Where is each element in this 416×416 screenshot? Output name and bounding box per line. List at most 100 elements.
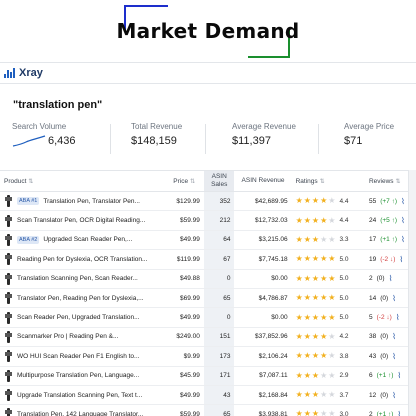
- star-icon: ★: [328, 293, 336, 303]
- product-cell[interactable]: Upgrade Translation Scanning Pen, Text t…: [0, 385, 170, 406]
- product-thumbnail: [4, 369, 13, 382]
- product-cell[interactable]: ABA #1 Translation Pen, Translator Pen...: [0, 191, 170, 212]
- table-row[interactable]: ABA #1 Translation Pen, Translator Pen...…: [0, 191, 416, 212]
- star-icon: ★: [295, 312, 303, 322]
- column-header-price[interactable]: Price ⇅: [169, 170, 204, 192]
- star-icon: ★: [328, 351, 336, 361]
- star-icon: ★: [311, 234, 320, 244]
- star-icon: ★: [295, 215, 303, 225]
- stat-divider: [205, 124, 206, 154]
- price-cell: $69.99: [169, 288, 204, 309]
- asin-revenue-cell: $2,168.84: [234, 385, 292, 406]
- trend-chart-icon[interactable]: ⌇: [396, 313, 400, 322]
- review-delta: (0): [380, 294, 389, 302]
- stat-average-price: Average Price $71: [344, 122, 394, 147]
- table-row[interactable]: Scan Translator Pen, OCR Digital Reading…: [0, 210, 416, 231]
- price-cell: $59.99: [169, 210, 204, 231]
- product-title[interactable]: WO HUI Scan Reader Pen F1 English to...: [17, 353, 139, 360]
- xray-logo[interactable]: Xray: [4, 67, 43, 79]
- table-row[interactable]: Translation Scanning Pen, Scan Reader...…: [0, 269, 416, 289]
- product-title[interactable]: Upgrade Translation Scanning Pen, Text t…: [17, 392, 142, 399]
- trend-chart-icon[interactable]: ⌇: [401, 216, 405, 225]
- asin-sales-cell: 171: [203, 366, 235, 386]
- table-row[interactable]: Scan Reader Pen, Upgraded Translation...…: [0, 307, 416, 328]
- rating-value: 5.0: [339, 255, 349, 263]
- star-icon: ★: [328, 196, 336, 206]
- product-cell[interactable]: Multipurpose Translation Pen, Language..…: [0, 366, 170, 386]
- column-header-product[interactable]: Product ⇅: [0, 170, 170, 192]
- product-title[interactable]: Scan Translator Pen, OCR Digital Reading…: [17, 217, 145, 224]
- star-icon: ★: [295, 273, 303, 283]
- price-cell: $49.99: [169, 230, 204, 251]
- star-icon: ★: [303, 312, 311, 322]
- product-cell[interactable]: Scan Reader Pen, Upgraded Translation...: [0, 307, 170, 328]
- product-cell[interactable]: Translator Pen, Reading Pen for Dyslexia…: [0, 288, 170, 309]
- product-title[interactable]: Translator Pen, Reading Pen for Dyslexia…: [17, 295, 144, 302]
- star-icon: ★: [303, 196, 311, 206]
- price-cell: $249.00: [169, 327, 204, 348]
- vertical-scrollbar[interactable]: [408, 170, 416, 416]
- price-cell: $119.99: [169, 249, 204, 270]
- product-title[interactable]: Translation Pen, Translator Pen...: [43, 198, 140, 205]
- table-row[interactable]: WO HUI Scan Reader Pen F1 English to... $…: [0, 346, 416, 367]
- rating-value: 5.0: [339, 275, 349, 283]
- star-rating: ★ ★ ★ ★ ★ 4.4: [296, 197, 361, 205]
- table-row[interactable]: ABA #2 Upgraded Scan Reader Pen,... $49.99…: [0, 230, 416, 251]
- trend-chart-icon[interactable]: ⌇: [392, 391, 396, 400]
- table-row[interactable]: Reading Pen for Dyslexia, OCR Translatio…: [0, 249, 416, 270]
- review-delta: (+1 ↑): [376, 372, 394, 380]
- asin-revenue-cell: $0.00: [234, 269, 292, 289]
- product-cell[interactable]: Scanmarker Pro | Reading Pen &...: [0, 327, 170, 348]
- table-row[interactable]: Translation Pen, 142 Language Translator…: [0, 404, 416, 416]
- trend-chart-icon[interactable]: ⌇: [397, 371, 401, 380]
- product-title[interactable]: Scan Reader Pen, Upgraded Translation...: [17, 314, 140, 321]
- star-icon: ★: [320, 370, 328, 380]
- trend-chart-icon[interactable]: ⌇: [401, 197, 405, 206]
- product-thumbnail: [4, 214, 13, 227]
- product-title[interactable]: Translation Scanning Pen, Scan Reader...: [17, 275, 138, 282]
- product-cell[interactable]: ABA #2 Upgraded Scan Reader Pen,...: [0, 230, 170, 251]
- price-cell: $129.99: [169, 191, 204, 212]
- product-title[interactable]: Upgraded Scan Reader Pen,...: [43, 236, 132, 243]
- star-icon: ★: [295, 254, 303, 264]
- product-title[interactable]: Scanmarker Pro | Reading Pen &...: [17, 333, 118, 340]
- trend-chart-icon[interactable]: ⌇: [399, 255, 403, 264]
- star-icon: ★: [311, 312, 320, 322]
- star-icon: ★: [303, 215, 311, 225]
- table-row[interactable]: Multipurpose Translation Pen, Language..…: [0, 366, 416, 386]
- rating-cell: ★ ★ ★ ★ ★ 5.0: [291, 249, 365, 270]
- product-title[interactable]: Multipurpose Translation Pen, Language..…: [17, 372, 139, 379]
- asin-revenue-cell: $42,689.95: [234, 191, 292, 212]
- product-cell[interactable]: Translation Pen, 142 Language Translator…: [0, 404, 170, 416]
- trend-chart-icon[interactable]: ⌇: [392, 352, 396, 361]
- table-row[interactable]: Scanmarker Pro | Reading Pen &... $249.00…: [0, 327, 416, 348]
- asin-sales-cell: 65: [203, 404, 235, 416]
- star-icon: ★: [328, 234, 336, 244]
- product-cell[interactable]: Translation Scanning Pen, Scan Reader...: [0, 269, 170, 289]
- trend-chart-icon[interactable]: ⌇: [392, 294, 396, 303]
- product-title[interactable]: Reading Pen for Dyslexia, OCR Translatio…: [17, 256, 147, 263]
- asin-sales-cell: 173: [203, 346, 235, 367]
- column-header-ratings[interactable]: Ratings ⇅: [291, 170, 365, 192]
- product-cell[interactable]: WO HUI Scan Reader Pen F1 English to...: [0, 346, 170, 367]
- product-cell[interactable]: Reading Pen for Dyslexia, OCR Translatio…: [0, 249, 170, 270]
- table-row[interactable]: Upgrade Translation Scanning Pen, Text t…: [0, 385, 416, 406]
- table-row[interactable]: Translator Pen, Reading Pen for Dyslexia…: [0, 288, 416, 309]
- star-icon: ★: [320, 312, 328, 322]
- star-rating: ★ ★ ★ ★ ★ 3.7: [296, 391, 361, 399]
- trend-chart-icon[interactable]: ⌇: [401, 235, 405, 244]
- star-icon: ★: [328, 370, 336, 380]
- star-icon: ★: [295, 351, 303, 361]
- xray-topbar: Xray: [0, 62, 416, 84]
- column-header-asin-revenue[interactable]: ASIN Revenue: [234, 170, 292, 192]
- product-title[interactable]: Translation Pen, 142 Language Translator…: [17, 411, 143, 416]
- trend-chart-icon[interactable]: ⌇: [389, 274, 393, 283]
- trend-chart-icon[interactable]: ⌇: [397, 410, 401, 416]
- trend-chart-icon[interactable]: ⌇: [392, 332, 396, 341]
- stat-value: $148,159: [131, 135, 177, 147]
- product-cell[interactable]: Scan Translator Pen, OCR Digital Reading…: [0, 210, 170, 231]
- review-count: 2: [368, 275, 373, 283]
- review-count: 6: [368, 372, 373, 380]
- column-header-asin-sales[interactable]: ASIN Sales: [203, 170, 235, 192]
- asin-revenue-cell: $3,215.06: [234, 230, 292, 251]
